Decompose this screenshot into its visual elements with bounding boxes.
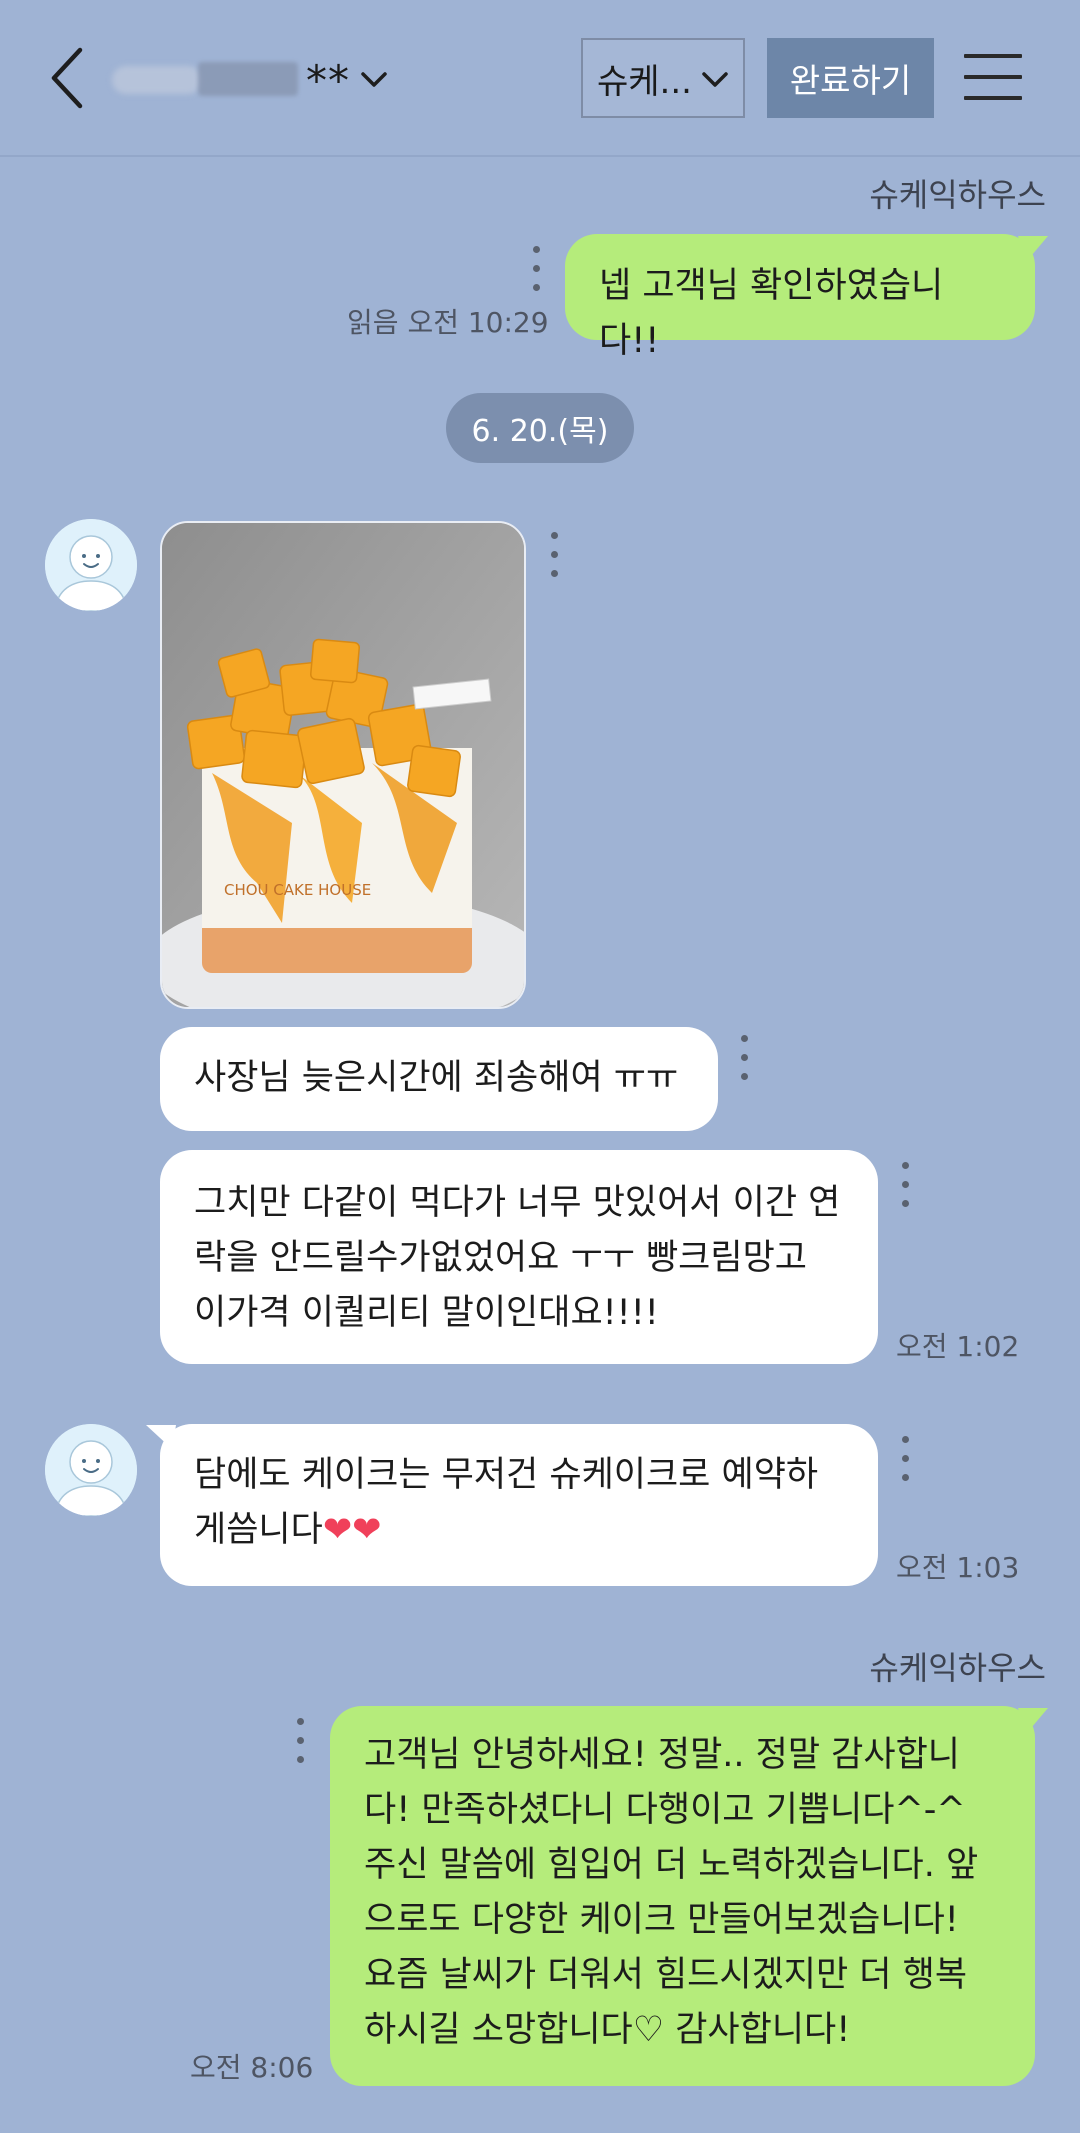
chevron-down-icon <box>361 72 387 87</box>
done-button[interactable]: 완료하기 <box>767 38 934 118</box>
sender-name: 슈케익하우스 <box>869 176 1046 214</box>
photo-logo-text: CHOU CAKE HOUSE <box>224 881 371 899</box>
date-separator: 6. 20.(목) <box>446 393 634 463</box>
message-read-time: 읽음 오전 10:29 <box>347 301 549 341</box>
chat-title-text: ** <box>306 55 350 105</box>
message-line: 게씀니다❤❤ <box>194 1503 844 1558</box>
cake-photo[interactable]: CHOU CAKE HOUSE <box>160 521 526 1009</box>
incoming-message-bubble[interactable]: 사장님 늦은시간에 죄송해여 ㅠㅠ <box>160 1027 718 1131</box>
message-line: 하시길 소망합니다♡ 감사합니다! <box>364 2010 851 2050</box>
message-line: 고객님 안녕하세요! 정말.. 정말 감사합니 <box>364 1735 960 1775</box>
bubble-tail <box>1018 1708 1048 1734</box>
more-options-icon[interactable] <box>900 1160 910 1210</box>
heart-emoji: ❤❤ <box>322 1510 382 1550</box>
message-time: 오전 1:02 <box>896 1330 1020 1363</box>
message-time: 오전 10:29 <box>407 306 549 339</box>
message-line-text: 게씀니다 <box>194 1510 323 1550</box>
more-options-icon[interactable] <box>739 1033 749 1083</box>
message-line: 요즘 날씨가 더워서 힘드시겠지만 더 행복 <box>364 1955 968 1995</box>
more-options-icon[interactable] <box>531 244 541 294</box>
incoming-message-bubble[interactable]: 그치만 다같이 먹다가 너무 맛있어서 이간 연 락을 안드릴수가없었어요 ㅜㅜ… <box>160 1150 878 1364</box>
message-text: 넵 고객님 확인하였습니다!! <box>599 266 944 361</box>
chevron-down-icon <box>702 72 728 87</box>
message-line: 이가격 이퀄리티 말이인대요!!!! <box>194 1293 659 1333</box>
message-time: 오전 1:03 <box>896 1551 1020 1584</box>
message-line: 주신 말씀에 힘입어 더 노력하겠습니다. 앞 <box>364 1845 979 1885</box>
sender-name: 슈케익하우스 <box>869 1649 1046 1687</box>
outgoing-message-bubble[interactable]: 넵 고객님 확인하였습니다!! <box>565 234 1035 361</box>
chat-screen: ** 슈케... 완료하기 슈케익하우스 읽음 오전 10:29 넵 고객님 확… <box>0 0 1080 2133</box>
bubble-tail <box>1018 236 1048 262</box>
more-options-icon[interactable] <box>549 530 559 580</box>
room-select-dropdown[interactable]: 슈케... <box>581 38 745 118</box>
outgoing-message-bubble[interactable]: 고객님 안녕하세요! 정말.. 정말 감사합니 다! 만족하셨다니 다행이고 기… <box>330 1706 1035 2086</box>
chat-header: ** 슈케... 완료하기 <box>0 0 1080 157</box>
room-select-label: 슈케... <box>597 61 692 102</box>
message-line: 락을 안드릴수가없었어요 ㅜㅜ 빵크림망고 <box>194 1238 807 1278</box>
read-receipt: 읽음 <box>347 306 399 339</box>
message-line: 으로도 다양한 케이크 만들어보겠습니다! <box>364 1900 959 1940</box>
message-line: 그치만 다같이 먹다가 너무 맛있어서 이간 연 <box>194 1183 841 1223</box>
hamburger-menu-icon[interactable] <box>964 52 1022 102</box>
message-time: 오전 8:06 <box>190 2051 314 2084</box>
incoming-message-bubble[interactable]: 담에도 케이크는 무저건 슈케이크로 예약하 게씀니다❤❤ <box>160 1424 878 1586</box>
back-chevron-icon[interactable] <box>40 42 96 114</box>
masked-name <box>112 52 302 108</box>
default-profile-icon[interactable] <box>45 1424 137 1516</box>
more-options-icon[interactable] <box>900 1434 910 1484</box>
default-profile-icon[interactable] <box>45 519 137 611</box>
message-line: 담에도 케이크는 무저건 슈케이크로 예약하 <box>194 1455 819 1495</box>
message-line: 다! 만족하셨다니 다행이고 기쁩니다^-^ <box>364 1790 966 1830</box>
message-text: 사장님 늦은시간에 죄송해여 ㅠㅠ <box>194 1058 679 1098</box>
more-options-icon[interactable] <box>295 1716 305 1766</box>
chat-title[interactable]: ** <box>112 40 388 120</box>
